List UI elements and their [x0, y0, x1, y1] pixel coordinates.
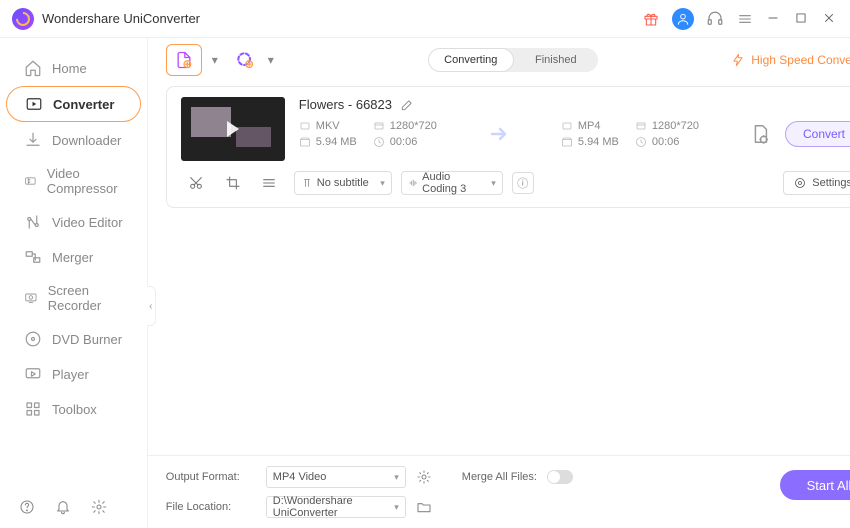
add-file-dropdown[interactable]: ▾	[212, 53, 222, 67]
output-format-gear-icon[interactable]	[416, 469, 432, 485]
source-meta: MKV 1280*720 5.94 MB 00:06	[299, 120, 437, 148]
trim-icon[interactable]	[188, 175, 204, 191]
crop-icon[interactable]	[225, 175, 241, 191]
open-folder-icon[interactable]	[416, 499, 432, 515]
sidebar-item-dvd[interactable]: DVD Burner	[6, 322, 141, 356]
sidebar-item-home[interactable]: Home	[6, 51, 141, 85]
start-all-button[interactable]: Start All	[780, 470, 850, 500]
video-thumbnail[interactable]	[181, 97, 285, 161]
sidebar-label: Screen Recorder	[48, 283, 123, 313]
sidebar: Home Converter Downloader Video Compress…	[0, 38, 148, 528]
sidebar-item-player[interactable]: Player	[6, 357, 141, 391]
gift-icon[interactable]	[642, 10, 660, 28]
tab-segment: Converting Finished	[428, 48, 598, 72]
sidebar-item-compressor[interactable]: Video Compressor	[6, 158, 141, 204]
arrow-right-icon	[487, 122, 511, 146]
sidebar-label: Downloader	[52, 133, 121, 148]
collapse-sidebar-button[interactable]: ‹	[147, 286, 156, 326]
sidebar-item-toolbox[interactable]: Toolbox	[6, 392, 141, 426]
add-url-button[interactable]	[232, 47, 258, 73]
output-format-dropdown[interactable]: MP4 Video▾	[266, 466, 406, 488]
footer: Output Format: MP4 Video▾ Merge All File…	[148, 455, 850, 528]
merge-toggle[interactable]	[547, 470, 573, 484]
settings-gear-icon[interactable]	[90, 498, 108, 516]
toolbar: ▾ ▾ Converting Finished High Speed Conve…	[148, 38, 850, 82]
hamburger-icon[interactable]	[736, 10, 754, 28]
headset-icon[interactable]	[706, 10, 724, 28]
file-location-dropdown[interactable]: D:\Wondershare UniConverter▾	[266, 496, 406, 518]
add-file-button[interactable]	[166, 44, 202, 76]
app-logo	[12, 8, 34, 30]
high-speed-label: High Speed Conversion	[751, 53, 850, 67]
app-title: Wondershare UniConverter	[42, 11, 200, 26]
convert-button[interactable]: Convert	[785, 121, 850, 147]
sidebar-item-editor[interactable]: Video Editor	[6, 205, 141, 239]
edit-icon[interactable]	[400, 98, 414, 112]
output-format-label: Output Format:	[166, 471, 256, 483]
settings-button[interactable]: Settings	[783, 171, 850, 195]
target-meta: MP4 1280*720 5.94 MB 00:06	[561, 120, 699, 148]
sidebar-label: Converter	[53, 97, 114, 112]
sidebar-item-merger[interactable]: Merger	[6, 240, 141, 274]
close-button[interactable]	[822, 11, 838, 27]
sidebar-item-recorder[interactable]: Screen Recorder	[6, 275, 141, 321]
file-name: Flowers - 66823	[299, 97, 392, 112]
titlebar: Wondershare UniConverter	[0, 0, 850, 38]
maximize-button[interactable]	[794, 11, 810, 27]
file-card: ✕ Flowers - 66823 MKV 1280*720	[166, 86, 850, 208]
sidebar-label: DVD Burner	[52, 332, 122, 347]
sidebar-label: Video Compressor	[47, 166, 123, 196]
file-location-label: File Location:	[166, 501, 256, 513]
merge-label: Merge All Files:	[462, 471, 537, 483]
add-url-dropdown[interactable]: ▾	[268, 53, 278, 67]
high-speed-toggle[interactable]: High Speed Conversion	[731, 53, 850, 67]
bell-icon[interactable]	[54, 498, 72, 516]
sidebar-label: Toolbox	[52, 402, 97, 417]
sidebar-label: Home	[52, 61, 87, 76]
tab-finished[interactable]: Finished	[514, 48, 598, 72]
help-icon[interactable]	[18, 498, 36, 516]
sidebar-label: Merger	[52, 250, 93, 265]
sidebar-label: Player	[52, 367, 89, 382]
user-avatar-icon[interactable]	[672, 8, 694, 30]
tab-converting[interactable]: Converting	[428, 48, 514, 72]
effect-icon[interactable]	[261, 175, 277, 191]
sidebar-label: Video Editor	[52, 215, 123, 230]
audio-dropdown[interactable]: Audio Coding 3▾	[401, 171, 503, 195]
output-settings-icon[interactable]	[749, 123, 771, 145]
sidebar-item-downloader[interactable]: Downloader	[6, 123, 141, 157]
info-icon[interactable]: ⓘ	[512, 172, 534, 194]
minimize-button[interactable]	[766, 11, 782, 27]
subtitle-dropdown[interactable]: No subtitle▾	[294, 171, 392, 195]
sidebar-item-converter[interactable]: Converter	[6, 86, 141, 122]
